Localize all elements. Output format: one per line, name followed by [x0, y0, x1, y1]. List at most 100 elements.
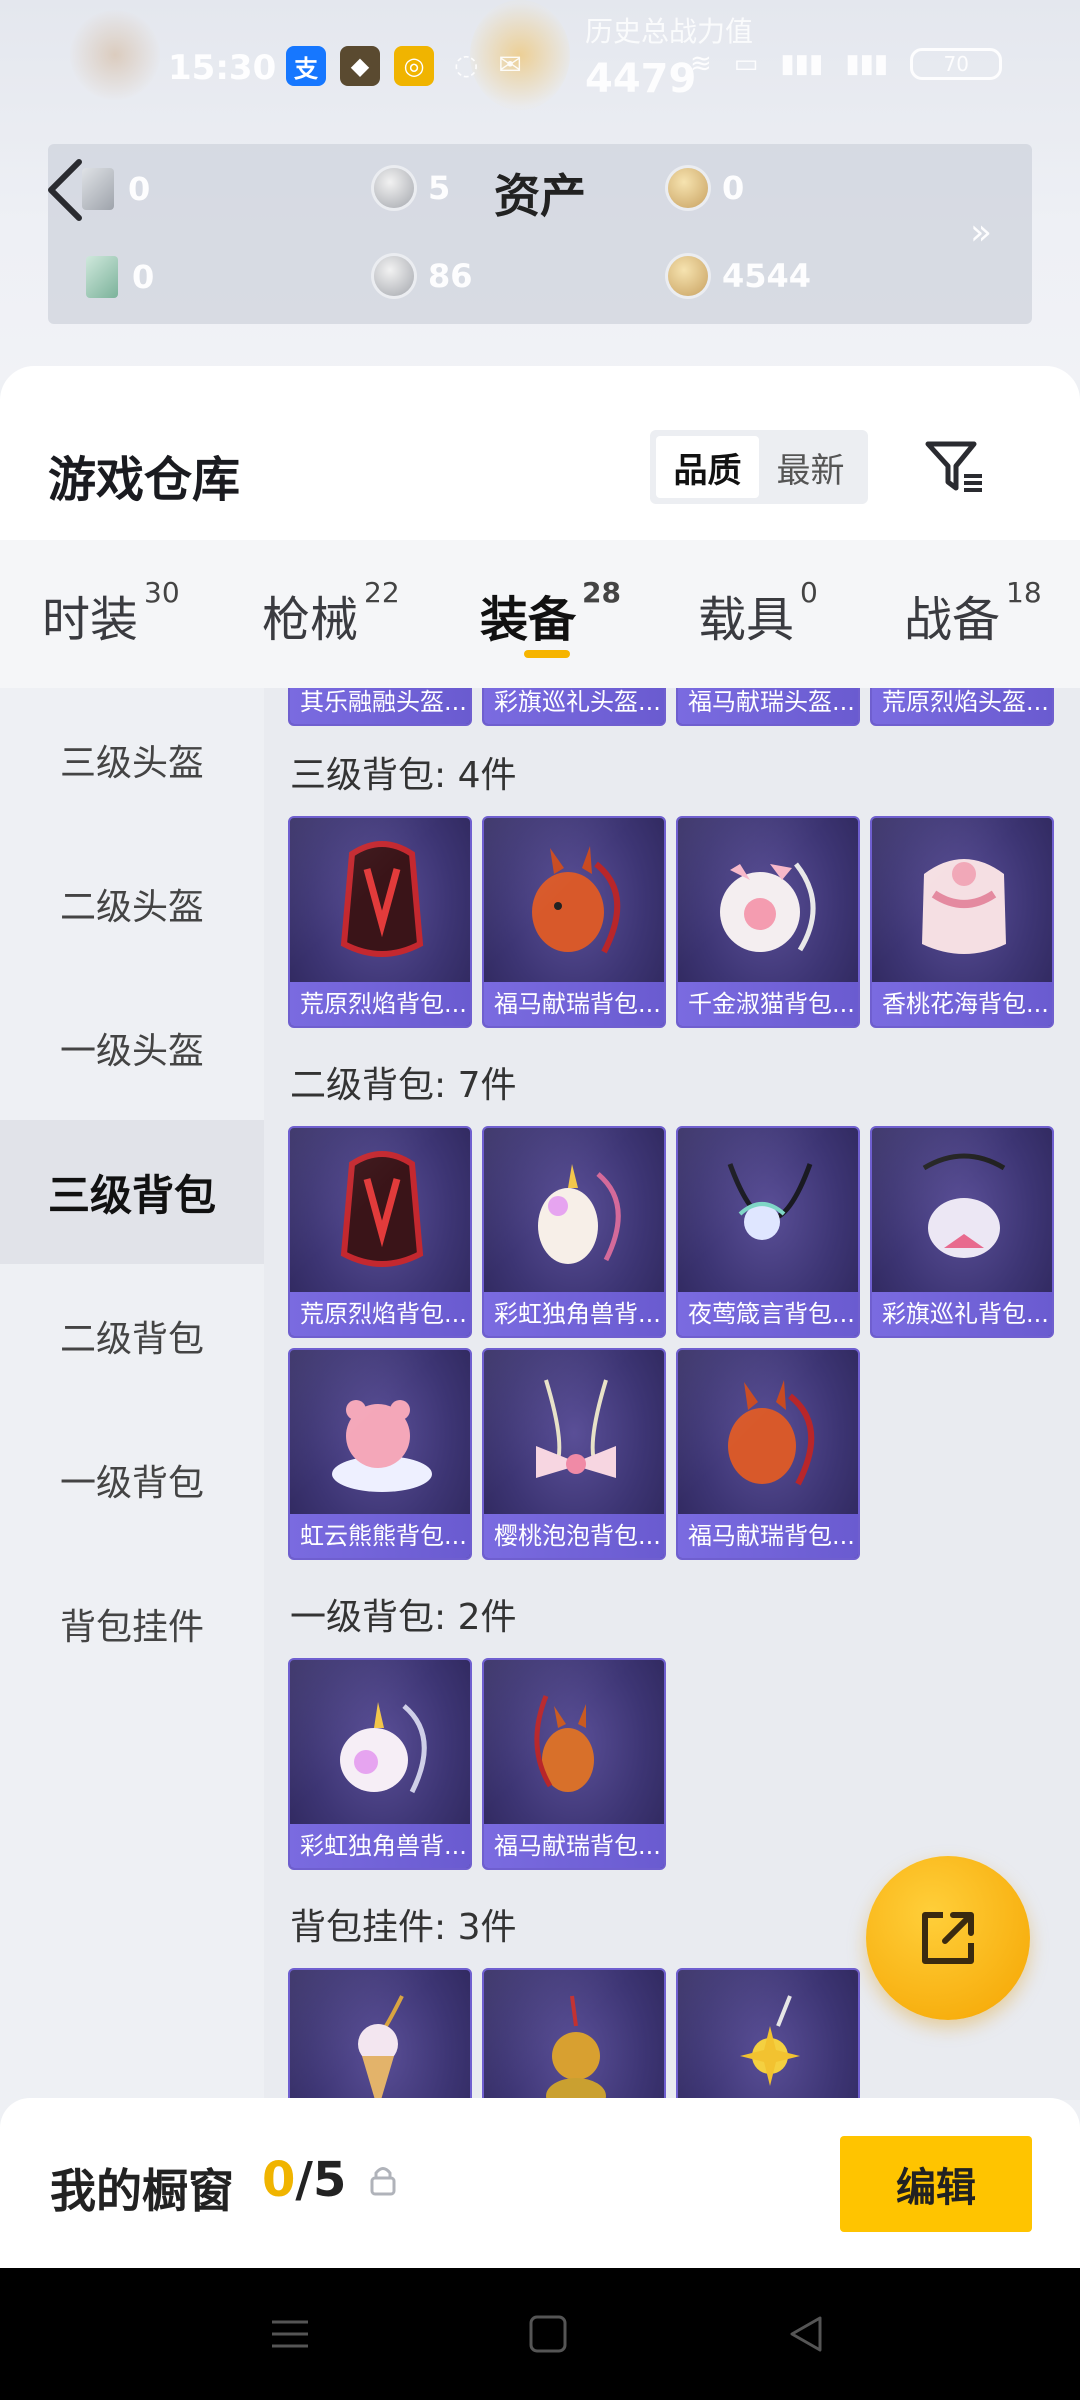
gold-coin-icon [668, 168, 708, 208]
sidebar-item-lvl1-helmet[interactable]: 一级头盔 [0, 976, 264, 1120]
item-card[interactable] [288, 1968, 472, 2100]
item-card[interactable]: 荒原烈焰头盔... [870, 688, 1054, 726]
sidebar-item-lvl2-backpack[interactable]: 二级背包 [0, 1264, 264, 1408]
tab-label: 枪械 [262, 592, 359, 648]
item-label: 彩虹独角兽背... [484, 1292, 664, 1336]
item-card[interactable]: 虹云熊熊背包... [288, 1348, 472, 1560]
item-label: 荒原烈焰背包... [290, 982, 470, 1026]
tab-equipment[interactable]: 装备 28 [480, 576, 621, 650]
assets-more-icon[interactable]: » [970, 212, 992, 253]
asset-value: 5 [428, 169, 451, 207]
item-label: 荒原烈焰背包... [290, 1292, 470, 1336]
item-label: 彩旗巡礼背包... [872, 1292, 1052, 1336]
asset-value: 0 [132, 258, 155, 296]
hd-icon: ▭ [733, 49, 759, 79]
sidebar-item-lvl1-backpack[interactable]: 一级背包 [0, 1408, 264, 1552]
sidebar: 三级头盔 二级头盔 一级头盔 三级背包 二级背包 一级背包 背包挂件 [0, 688, 264, 2100]
item-card[interactable]: 彩旗巡礼背包... [870, 1126, 1054, 1338]
tab-vehicles[interactable]: 载具 0 [698, 576, 818, 650]
item-card[interactable]: 荒原烈焰背包... [288, 816, 472, 1028]
item-card[interactable]: 福马献瑞背包... [482, 816, 666, 1028]
ring-app-icon: ◎ [394, 46, 434, 86]
sort-quality-button[interactable]: 品质 [656, 436, 759, 498]
section-title: 二级背包: 7件 [290, 1065, 517, 1106]
share-icon [922, 1912, 974, 1964]
active-tab-indicator [524, 650, 570, 658]
signal-icon: ▮▮▮ [780, 49, 824, 79]
section-title: 三级背包: 4件 [290, 755, 517, 796]
item-card[interactable] [482, 1968, 666, 2100]
game-app-icon: ◆ [340, 46, 380, 86]
sidebar-item-pendant[interactable]: 背包挂件 [0, 1552, 264, 1696]
sidebar-item-lvl3-backpack[interactable]: 三级背包 [0, 1120, 264, 1264]
item-card[interactable]: 福马献瑞头盔... [676, 688, 860, 726]
asset-silver-1: 5 [374, 168, 450, 208]
asset-gold-2: 4544 [668, 256, 811, 296]
battery-icon: 70 [910, 48, 1003, 80]
section-title: 背包挂件: 3件 [290, 1907, 517, 1948]
item-label: 香桃花海背包... [872, 982, 1052, 1026]
tab-count: 22 [364, 576, 400, 609]
mail-icon: ✉ [498, 48, 522, 81]
item-label: 福马献瑞背包... [678, 1514, 858, 1558]
item-card[interactable]: 夜莺箴言背包... [676, 1126, 860, 1338]
asset-value: 0 [128, 170, 151, 208]
filter-icon[interactable] [924, 438, 986, 494]
tab-gear[interactable]: 战备 18 [904, 576, 1042, 650]
back-arrow-icon[interactable] [45, 158, 85, 222]
item-label: 福马献瑞背包... [484, 982, 664, 1026]
back-icon[interactable] [784, 2312, 828, 2356]
warehouse-title: 游戏仓库 [48, 452, 241, 508]
item-card[interactable]: 荒原烈焰背包... [288, 1126, 472, 1338]
item-label: 夜莺箴言背包... [678, 1292, 858, 1336]
connectivity-icons: ≋ ▭ ▮▮▮ ▮▮▮ 70 [690, 48, 1003, 80]
asset-value: 0 [722, 169, 745, 207]
asset-value: 4544 [722, 257, 812, 295]
notification-icons: 支 ◆ ◎ [286, 46, 434, 86]
item-card[interactable]: 福马献瑞背包... [482, 1658, 666, 1870]
tab-label: 装备 [480, 592, 577, 648]
item-label: 彩旗巡礼头盔... [484, 688, 664, 724]
power-caption: 历史总战力值 [585, 15, 754, 48]
emblem-decoration [70, 10, 160, 100]
share-button[interactable] [866, 1856, 1030, 2020]
silver-coin-icon [374, 168, 414, 208]
gold-coin-icon [668, 256, 708, 296]
card-shine [678, 1970, 858, 2100]
item-card[interactable]: 香桃花海背包... [870, 816, 1054, 1028]
item-card[interactable]: 福马献瑞背包... [676, 1348, 860, 1560]
item-card[interactable]: 樱桃泡泡背包... [482, 1348, 666, 1560]
item-card[interactable]: 千金淑猫背包... [676, 816, 860, 1028]
tab-fashion[interactable]: 时装 30 [42, 576, 180, 650]
asset-ticket: 0 [82, 168, 150, 210]
sidebar-item-lvl3-helmet[interactable]: 三级头盔 [0, 688, 264, 832]
showcase-count-total: /5 [295, 2152, 347, 2208]
menu-icon[interactable] [268, 2312, 312, 2356]
silver-coin-icon [374, 256, 414, 296]
item-card[interactable]: 其乐融融头盔... [288, 688, 472, 726]
sort-latest-button[interactable]: 最新 [759, 436, 862, 498]
showcase-count: 0/5 [262, 2152, 346, 2208]
showcase-count-value: 0 [262, 2152, 296, 2208]
tab-label: 载具 [698, 592, 795, 648]
tab-label: 时装 [42, 592, 139, 648]
item-card[interactable]: 彩虹独角兽背... [288, 1658, 472, 1870]
tab-guns[interactable]: 枪械 22 [262, 576, 400, 650]
home-icon[interactable] [526, 2312, 570, 2356]
item-label: 彩虹独角兽背... [290, 1824, 470, 1868]
section-title: 一级背包: 2件 [290, 1597, 517, 1638]
item-label: 虹云熊熊背包... [290, 1514, 470, 1558]
tab-label: 战备 [904, 592, 1001, 648]
card-shine [484, 1970, 664, 2100]
asset-silver-2: 86 [374, 256, 473, 296]
wifi-icon: ≋ [690, 49, 712, 79]
tab-count: 28 [582, 576, 621, 609]
item-card[interactable]: 彩虹独角兽背... [482, 1126, 666, 1338]
item-label: 千金淑猫背包... [678, 982, 858, 1026]
item-card[interactable]: 彩旗巡礼头盔... [482, 688, 666, 726]
item-card[interactable] [676, 1968, 860, 2100]
sidebar-item-lvl2-helmet[interactable]: 二级头盔 [0, 832, 264, 976]
item-label: 福马献瑞背包... [484, 1824, 664, 1868]
ticket-icon [82, 168, 114, 210]
edit-button[interactable]: 编辑 [840, 2136, 1032, 2232]
